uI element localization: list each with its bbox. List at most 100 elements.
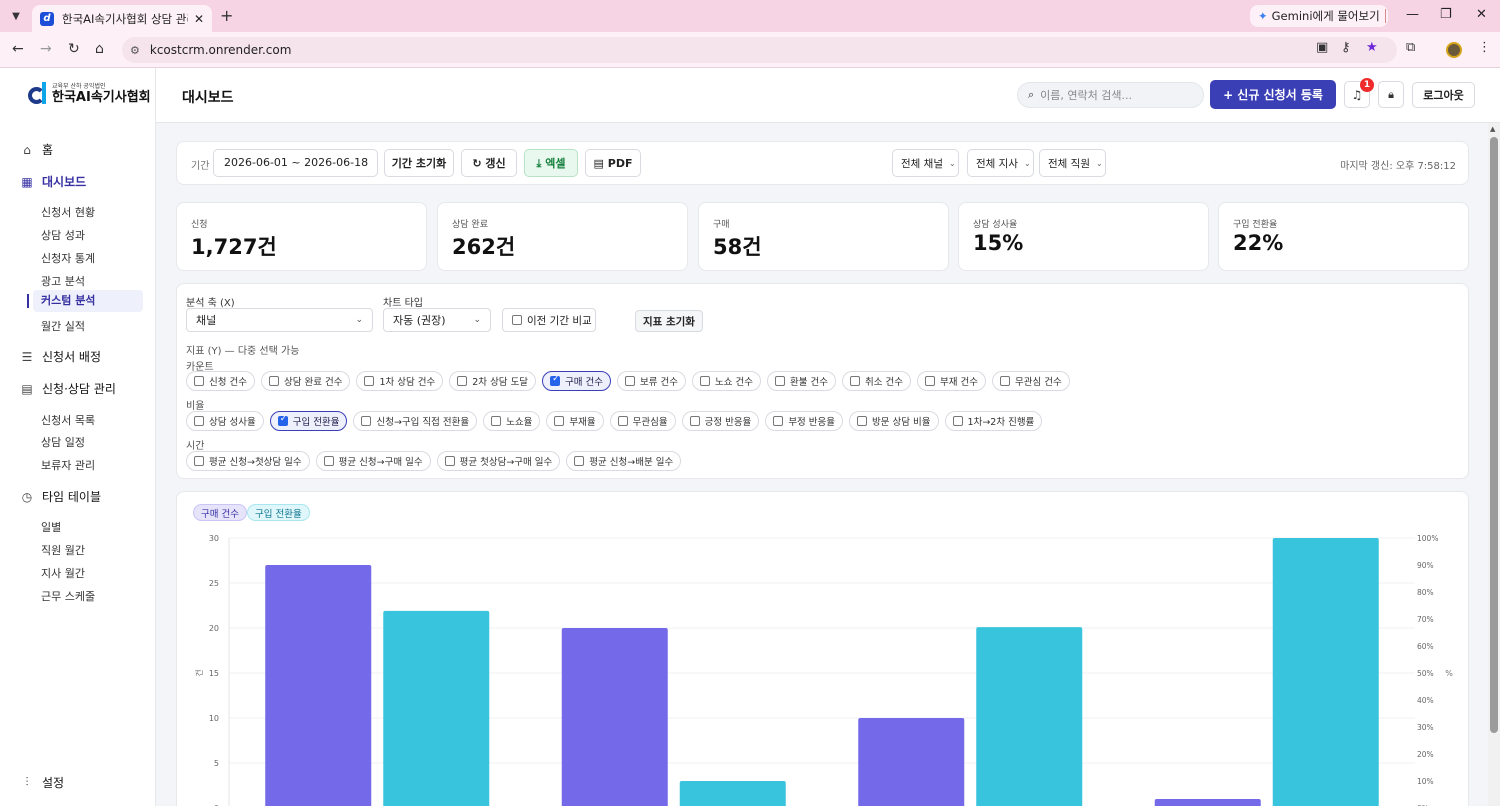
metric-chip[interactable]: 구입 전환율 — [269, 411, 348, 431]
bar-conversion — [679, 781, 786, 806]
sidebar-sub-pending[interactable]: 보류자 관리 — [41, 457, 95, 473]
metric-chip[interactable]: 긍정 반응율 — [681, 411, 760, 431]
select-value: 채널 — [196, 314, 217, 327]
scroll-up-icon[interactable]: ▲ — [1490, 125, 1495, 133]
gemini-button[interactable]: ✦ Gemini에게 물어보기 — [1250, 5, 1388, 27]
sidebar-sub-applications-status[interactable]: 신청서 현황 — [41, 204, 95, 220]
branch-select[interactable]: 전체 지사 ⌄ — [967, 149, 1034, 177]
tab-search-icon[interactable]: ▼ — [6, 6, 26, 26]
bookmark-star-icon[interactable]: ★ — [1366, 40, 1378, 55]
chevron-down-icon: ⌄ — [355, 315, 363, 325]
metric-chip[interactable]: 평균 신청→구매 일수 — [315, 451, 431, 471]
home-icon[interactable]: ⌂ — [95, 41, 104, 57]
extensions-icon[interactable]: ⧉ — [1406, 40, 1415, 55]
metric-chip[interactable]: 무관심율 — [609, 411, 676, 431]
metric-chip[interactable]: 방문 상담 비율 — [849, 411, 939, 431]
sidebar-sub-application-list[interactable]: 신청서 목록 — [41, 412, 95, 428]
channel-select[interactable]: 전체 채널 ⌄ — [892, 149, 959, 177]
chip-label: 상담 완료 건수 — [283, 377, 343, 388]
metric-chip[interactable]: 노쇼 건수 — [692, 371, 762, 391]
metric-chip[interactable]: 평균 신청→배분 일수 — [566, 451, 682, 471]
metric-chip[interactable]: 신청→구입 직접 전환율 — [353, 411, 478, 431]
new-application-button[interactable]: + 신규 신청서 등록 — [1210, 80, 1336, 109]
reset-metrics-button[interactable]: 지표 초기화 — [635, 310, 703, 332]
close-tab-icon[interactable]: ✕ — [194, 12, 204, 26]
checkbox-icon — [554, 416, 565, 426]
metric-chip[interactable]: 환불 건수 — [767, 371, 836, 391]
metric-chip[interactable]: 신청 건수 — [186, 371, 255, 391]
sidebar-item-settings[interactable]: ⫶ 설정 — [20, 774, 64, 791]
back-icon[interactable]: ← — [12, 41, 24, 57]
checkbox-icon — [457, 376, 468, 386]
main-content: 기간 2026-06-01 ~ 2026-06-18 기간 초기화 ↻ 갱신 ⤓… — [156, 123, 1488, 806]
close-window-icon[interactable]: ✕ — [1476, 7, 1487, 22]
metric-chip[interactable]: 평균 첫상담→구매 일수 — [436, 451, 561, 471]
sidebar-item-home[interactable]: ⌂ 홈 — [20, 141, 53, 158]
metric-chip[interactable]: 1차→2차 진행률 — [944, 411, 1043, 431]
url-field[interactable]: ⚙ kcostcrm.onrender.com — [122, 37, 1397, 63]
chart-type-select[interactable]: 자동 (권장) ⌄ — [383, 308, 491, 332]
kpi-card: 상담 완료 262건 — [437, 202, 688, 271]
last-update: 마지막 갱신: 오후 7:58:12 — [1340, 161, 1456, 172]
restore-icon[interactable]: ❐ — [1440, 7, 1452, 22]
pdf-button[interactable]: ▤ PDF — [585, 149, 641, 177]
metric-chip[interactable]: 부정 반응율 — [765, 411, 844, 431]
sidebar-sub-consult-schedule[interactable]: 상담 일정 — [41, 434, 85, 450]
excel-button[interactable]: ⤓ 엑셀 — [524, 149, 578, 177]
period-input[interactable]: 2026-06-01 ~ 2026-06-18 — [213, 149, 378, 177]
scrollbar-thumb[interactable] — [1490, 137, 1498, 733]
checkbox-icon — [323, 456, 334, 466]
metric-chip[interactable]: 2차 상담 도달 — [449, 371, 537, 391]
metric-chip[interactable]: 1차 상담 건수 — [356, 371, 444, 391]
sidebar-sub-consult-performance[interactable]: 상담 성과 — [41, 227, 85, 243]
metric-chip[interactable]: 취소 건수 — [842, 371, 911, 391]
sidebar-item-timetable[interactable]: ◷ 타임 테이블 — [20, 488, 101, 505]
sidebar-item-dashboard[interactable]: ▦ 대시보드 — [20, 173, 86, 190]
y2-tick-label: 60% — [1417, 642, 1434, 651]
reset-period-button[interactable]: 기간 초기화 — [384, 149, 454, 177]
sidebar-sub-work-schedule[interactable]: 근무 스케줄 — [41, 588, 95, 604]
reload-icon[interactable]: ↻ — [68, 41, 80, 57]
sidebar-sub-staff-monthly[interactable]: 직원 월간 — [41, 542, 85, 558]
sidebar-sub-branch-monthly[interactable]: 지사 월간 — [41, 565, 85, 581]
metric-chip[interactable]: 부재율 — [546, 411, 604, 431]
checkbox-label: 이전 기간 비교 — [527, 314, 592, 327]
scrollbar[interactable]: ▲ — [1488, 123, 1500, 806]
chevron-down-icon: ⌄ — [948, 158, 956, 168]
browser-tab[interactable]: d 한국AI속기사협회 상담 관리 시 ✕ — [32, 5, 212, 32]
compare-checkbox[interactable]: 이전 기간 비교 — [502, 308, 596, 332]
metric-chip[interactable]: 보류 건수 — [617, 371, 687, 391]
key-icon[interactable]: ⚷ — [1341, 40, 1351, 55]
refresh-button[interactable]: ↻ 갱신 — [461, 149, 517, 177]
clipboard-icon[interactable]: ▣ — [1316, 40, 1328, 55]
metric-chip[interactable]: 구매 건수 — [542, 371, 612, 391]
metric-chip[interactable]: 평균 신청→첫상담 일수 — [186, 451, 310, 471]
sidebar-item-assignment[interactable]: ☰ 신청서 배정 — [20, 348, 101, 365]
site-info-icon[interactable]: ⚙ — [130, 44, 140, 57]
sidebar-sub-custom-analysis[interactable]: 커스텀 분석 — [33, 290, 143, 312]
sidebar-sub-applicant-stats[interactable]: 신청자 통계 — [41, 250, 95, 266]
sidebar-sub-ad-analysis[interactable]: 광고 분석 — [41, 273, 85, 289]
metric-chip[interactable]: 상담 성사율 — [186, 411, 264, 431]
logout-button[interactable]: 로그아웃 — [1412, 82, 1475, 108]
metric-chip[interactable]: 부재 건수 — [916, 371, 986, 391]
metric-chip[interactable]: 무관심 건수 — [991, 371, 1070, 391]
chevron-down-icon: ⌄ — [1095, 158, 1103, 168]
search-input[interactable]: ⌕ 이름, 연락처 검색... — [1017, 82, 1204, 108]
sidebar-sub-monthly-results[interactable]: 월간 실적 — [41, 318, 85, 334]
logo[interactable]: 교육부 산하 공익법인 한국AI속기사협회 — [28, 82, 151, 106]
lock-icon[interactable]: 🔒︎ — [1378, 81, 1404, 108]
y2-tick-label: 90% — [1417, 561, 1434, 570]
sidebar-item-consult-mgmt[interactable]: ▤ 신청·상담 관리 — [20, 380, 116, 397]
menu-dots-icon[interactable]: ⋮ — [1478, 40, 1491, 55]
page-title: 대시보드 — [182, 90, 234, 106]
staff-select[interactable]: 전체 직원 ⌄ — [1039, 149, 1106, 177]
minimize-icon[interactable]: — — [1406, 7, 1419, 22]
sidebar-sub-daily[interactable]: 일별 — [41, 519, 61, 535]
metric-chip[interactable]: 노쇼율 — [483, 411, 541, 431]
profile-avatar[interactable] — [1446, 42, 1462, 58]
forward-icon[interactable]: → — [40, 41, 52, 57]
new-tab-icon[interactable]: + — [220, 6, 233, 25]
axis-select[interactable]: 채널 ⌄ — [186, 308, 373, 332]
metric-chip[interactable]: 상담 완료 건수 — [260, 371, 351, 391]
